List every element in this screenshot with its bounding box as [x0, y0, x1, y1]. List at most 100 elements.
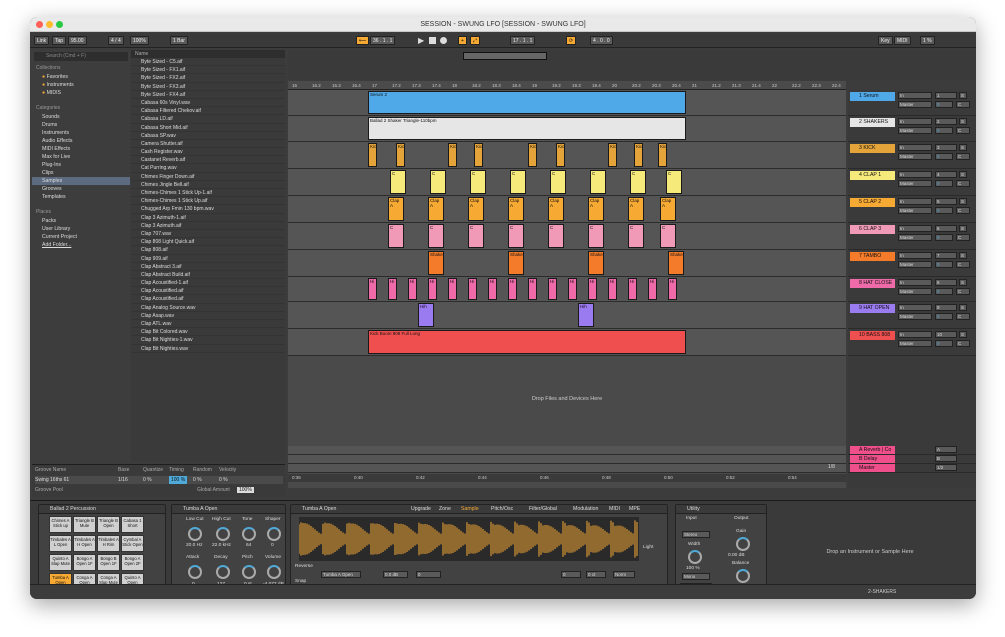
pan-field[interactable]: C: [956, 288, 970, 295]
clip[interactable]: Hi: [408, 278, 417, 300]
input-type-select[interactable]: In: [898, 198, 932, 205]
clip[interactable]: C: [470, 170, 486, 194]
solo-button[interactable]: S: [959, 171, 967, 178]
volume-field[interactable]: 0: [935, 234, 953, 241]
drum-pad[interactable]: Cymbal A Stick Open: [121, 535, 144, 552]
clip[interactable]: C: [588, 224, 604, 248]
drum-pad[interactable]: Triangle B Open: [97, 516, 120, 533]
track-lane[interactable]: Shaker Shaker Shaker Shaker: [288, 250, 846, 277]
solo-button[interactable]: S: [959, 279, 967, 286]
filter-global-tab[interactable]: Filter/Global: [529, 505, 557, 514]
track-lane[interactable]: Serum 2: [288, 90, 846, 116]
drum-pad[interactable]: Bongo B Open 1F: [97, 554, 120, 571]
track-header[interactable]: 6 CLAP 3 In Master 6 S 0 C: [848, 223, 976, 250]
track-lane[interactable]: Hi Hi Hi Hi Hi Hi Hi Hi Hi Hi Hi Hi Hi Hi Hi Hi: [288, 277, 846, 302]
clip[interactable]: Hih: [418, 303, 434, 327]
track-header[interactable]: 2 SHAKERS In Master 2 S 0 C: [848, 116, 976, 142]
clip[interactable]: Kick Boom 808 Full Long: [368, 330, 686, 354]
volume-field[interactable]: 0: [935, 101, 953, 108]
track-name[interactable]: 5 CLAP 2: [850, 198, 895, 207]
clip[interactable]: Kick: [658, 143, 667, 167]
pan-field[interactable]: C: [956, 180, 970, 187]
output-select[interactable]: Master: [898, 261, 932, 268]
clip[interactable]: Kick: [474, 143, 483, 167]
clip[interactable]: C: [666, 170, 682, 194]
file-item[interactable]: Clap 3 Azimuth.aif: [131, 222, 285, 230]
record-icon[interactable]: [440, 37, 447, 44]
file-item[interactable]: Cash Register.wav: [131, 148, 285, 157]
output-select[interactable]: Master: [898, 153, 932, 160]
drum-pad[interactable]: Timbales A H Rim: [97, 535, 120, 552]
file-item[interactable]: Byte Sized - C5.aif: [131, 58, 285, 67]
file-item[interactable]: Chimes-Chimes 1 Stick Up-1.aif: [131, 189, 285, 198]
sample-tab[interactable]: Sample: [461, 505, 479, 514]
file-item[interactable]: Clap Bit Nighties-1.wav: [131, 336, 285, 345]
drum-rack-title[interactable]: Ballad 2 Percussion: [39, 505, 165, 514]
mono-button[interactable]: Mono: [682, 573, 710, 580]
midi-tab[interactable]: MIDI: [609, 505, 620, 514]
clip[interactable]: Clap A: [428, 197, 444, 221]
link-button[interactable]: Link: [34, 36, 50, 45]
clip[interactable]: Hi: [668, 278, 677, 300]
signature-field[interactable]: 4 / 4: [108, 36, 124, 45]
clip[interactable]: C: [590, 170, 606, 194]
file-item[interactable]: Byte Sized - FX3.aif: [131, 83, 285, 91]
clip[interactable]: Kick: [608, 143, 617, 167]
utility-title[interactable]: Utility: [676, 505, 766, 514]
pitch-osc-tab[interactable]: Pitch/Osc: [491, 505, 513, 514]
clip[interactable]: Clap A: [548, 197, 564, 221]
clip[interactable]: Hi: [368, 278, 377, 300]
solo-button[interactable]: S: [959, 92, 967, 99]
clip[interactable]: Clap A: [628, 197, 644, 221]
name-column-header[interactable]: Name: [131, 50, 285, 58]
pan-field[interactable]: C: [956, 261, 970, 268]
sample-start-field[interactable]: 0: [416, 571, 441, 578]
gain-knob[interactable]: [736, 537, 750, 551]
zoom-icon[interactable]: [56, 21, 63, 28]
track-lane[interactable]: Hih Hih: [288, 302, 846, 329]
pan-field[interactable]: C: [956, 207, 970, 214]
pan-field[interactable]: C: [956, 153, 970, 160]
file-item[interactable]: Chugged Arp Fmin 130 bpm.wav: [131, 205, 285, 214]
file-item[interactable]: Camera Shutter.aif: [131, 140, 285, 149]
clip[interactable]: C: [390, 170, 406, 194]
channel-mode-select[interactable]: Stereo: [682, 531, 710, 538]
category-grooves[interactable]: Grooves: [32, 185, 130, 193]
clip[interactable]: Kick: [634, 143, 643, 167]
attack-knob[interactable]: [188, 565, 202, 579]
clip[interactable]: Hi: [608, 278, 617, 300]
clip[interactable]: C: [468, 224, 484, 248]
file-item[interactable]: Clap Asap.wav: [131, 312, 285, 320]
category-drums[interactable]: Drums: [32, 121, 130, 129]
waveform-display[interactable]: [298, 517, 639, 561]
clip[interactable]: C: [550, 170, 566, 194]
global-amount-value[interactable]: 100%: [237, 487, 254, 493]
light-toggle[interactable]: Light: [643, 545, 653, 550]
track-header[interactable]: 8 HAT CLOSE In Master 8 S 0 C: [848, 277, 976, 302]
track-activator[interactable]: 6: [935, 225, 957, 232]
automation-arm-button[interactable]: ⤢: [470, 36, 481, 45]
pitch-knob[interactable]: [242, 565, 256, 579]
track-lane[interactable]: Ballad 2 Shaker Triangle-110bpm: [288, 116, 846, 142]
return-lane[interactable]: [288, 446, 846, 455]
clip[interactable]: C: [630, 170, 646, 194]
interpolation-field[interactable]: Norm: [613, 571, 635, 578]
clip[interactable]: Shaker: [588, 251, 604, 275]
track-activator[interactable]: 2: [935, 118, 957, 125]
file-item[interactable]: Clap Analog Source.wav: [131, 304, 285, 312]
clip[interactable]: Kick: [396, 143, 405, 167]
track-name[interactable]: 7 TAMBO: [850, 252, 895, 261]
track-name[interactable]: 1 Serum: [850, 92, 895, 101]
clip[interactable]: Hi: [488, 278, 497, 300]
output-select[interactable]: Master: [898, 313, 932, 320]
input-type-select[interactable]: In: [898, 92, 932, 99]
drum-pad[interactable]: Timbales A H Open: [73, 535, 96, 552]
volume-field[interactable]: 0.0 dB: [383, 571, 408, 578]
track-name[interactable]: 8 HAT CLOSE: [850, 279, 895, 288]
file-item[interactable]: Cabasa LD.aif: [131, 115, 285, 124]
track-header[interactable]: 3 KICK In Master 3 S 0 C: [848, 142, 976, 169]
clip[interactable]: Hi: [628, 278, 637, 300]
follow-button[interactable]: ⟵: [356, 36, 370, 45]
instrument-drop-zone[interactable]: Drop an Instrument or Sample Here: [775, 549, 965, 555]
clip[interactable]: Kick: [368, 143, 377, 167]
